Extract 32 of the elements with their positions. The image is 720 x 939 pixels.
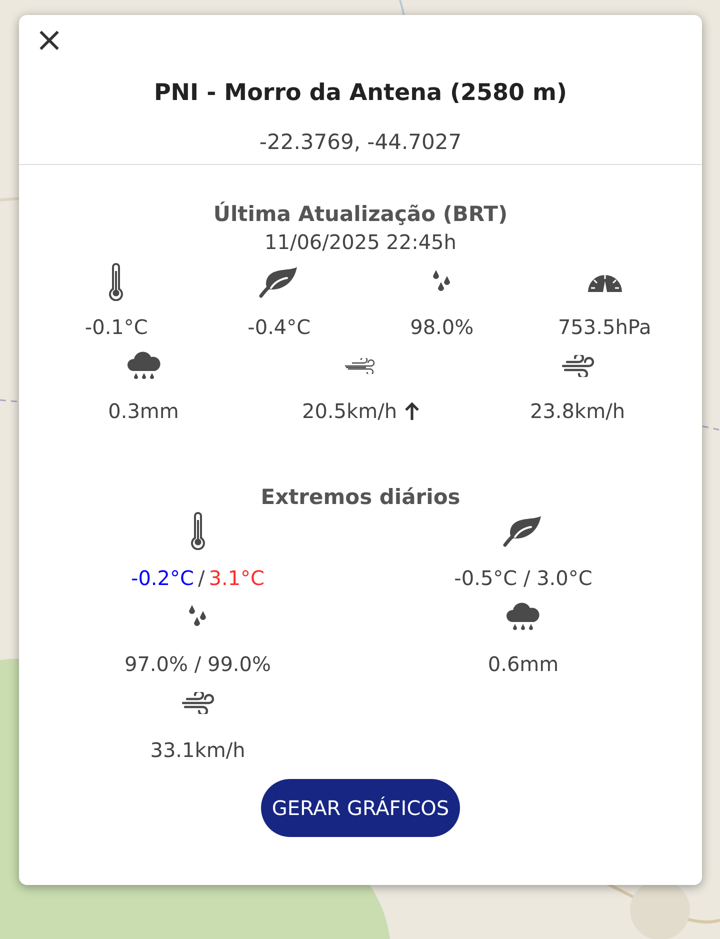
reading-value: 97.0% / 99.0% (124, 651, 272, 678)
update-timestamp: 11/06/2025 22:45h (264, 230, 456, 254)
generate-charts-button[interactable]: GERAR GRÁFICOS (260, 779, 460, 837)
section-heading: Última Atualização (BRT) (213, 202, 508, 226)
leaf-icon (503, 515, 544, 547)
reading-value: -0.1°C (84, 314, 148, 340)
reading-value: 0.3mm (108, 398, 179, 424)
reading-value: 753.5hPa (558, 314, 652, 340)
separator: / (198, 565, 205, 592)
reading-value: -0.4°C (248, 314, 311, 340)
reading-value: 0.6mm (488, 651, 559, 678)
thermometer-icon (190, 512, 206, 550)
reading-value: 20.5km/h (302, 398, 397, 424)
wind-icon (560, 354, 594, 376)
drops-icon (432, 270, 452, 294)
section-heading: Extremos diários (260, 484, 460, 508)
rain-cloud-icon (506, 602, 540, 632)
coordinates-text: -22.3769, -44.7027 (259, 130, 462, 154)
min-value: -0.2°C (130, 565, 194, 592)
rain-cloud-icon (126, 350, 160, 380)
thermometer-icon (108, 262, 124, 300)
leaf-icon (259, 266, 300, 298)
wind-icon (180, 692, 215, 714)
drops-icon (188, 605, 208, 629)
reading-value: -0.5°C / 3.0°C (454, 565, 592, 592)
reading-value: 33.1km/h (150, 737, 246, 764)
reading-value: 23.8km/h (530, 398, 625, 424)
wind-icon (344, 358, 378, 374)
station-title: PNI - Morro da Antena (2580 m) (152, 79, 568, 108)
max-value: 3.1°C (208, 565, 265, 592)
close-button[interactable]: × (31, 23, 68, 57)
reading-value: 98.0% (410, 314, 474, 340)
